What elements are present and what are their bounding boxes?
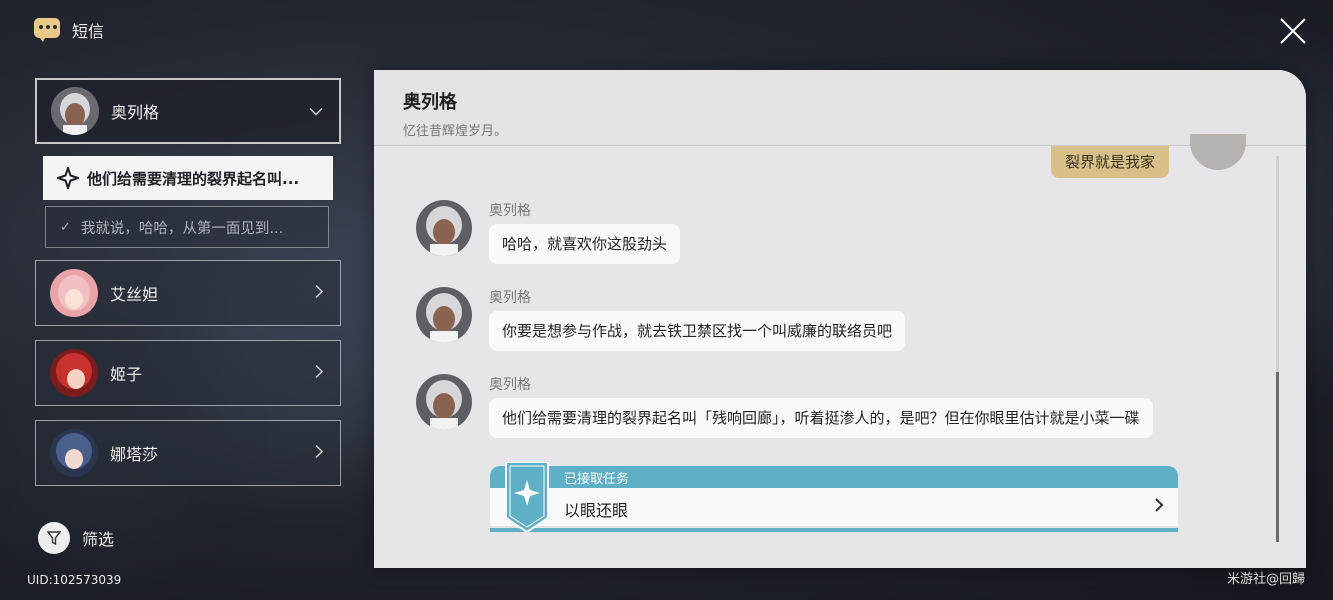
message-icon	[32, 16, 62, 44]
contact-name: 奥列格	[111, 103, 160, 122]
uid-label: UID:102573039	[27, 573, 122, 587]
avatar	[416, 200, 472, 256]
avatar	[51, 87, 99, 135]
contact-card-oleg[interactable]: 奥列格	[35, 78, 341, 144]
my-message-bubble: 裂界就是我家	[1051, 146, 1170, 178]
app-title: 短信	[72, 22, 105, 41]
contact-card-himeko[interactable]: 姬子	[35, 340, 341, 406]
avatar	[50, 269, 98, 317]
message-bubble: 哈哈，就喜欢你这股劲头	[489, 224, 681, 264]
message-sender: 奥列格	[489, 203, 531, 219]
close-icon	[1280, 18, 1306, 44]
sparkle-icon	[57, 167, 79, 189]
close-button[interactable]	[1276, 14, 1310, 48]
scrollbar[interactable]	[1276, 156, 1279, 542]
contact-card-asta[interactable]: 艾丝妲	[35, 260, 341, 326]
message-bubble: 你要是想参与作战，就去铁卫禁区找一个叫威廉的联络员吧	[489, 311, 906, 351]
quest-name: 以眼还眼	[564, 501, 629, 520]
contact-list: 奥列格 他们给需要清理的裂界起名叫... ✓ 我就说，哈哈，从第一面见到... …	[35, 78, 341, 486]
my-avatar	[1190, 134, 1246, 170]
avatar	[50, 349, 98, 397]
avatar	[50, 429, 98, 477]
thread-label: 他们给需要清理的裂界起名叫...	[87, 169, 300, 188]
chat-subtitle: 忆往昔辉煌岁月。	[403, 124, 508, 139]
app-header: 短信	[32, 16, 104, 44]
contact-name: 艾丝妲	[110, 285, 159, 304]
chevron-right-icon	[314, 283, 324, 304]
contact-name: 娜塔莎	[110, 445, 159, 464]
filter-label: 筛选	[82, 530, 115, 549]
chevron-right-icon	[314, 443, 324, 464]
quest-tag: 已接取任务	[564, 472, 630, 487]
chat-title: 奥列格	[403, 92, 457, 113]
contact-name: 姬子	[110, 365, 143, 384]
scrollbar-thumb[interactable]	[1276, 372, 1279, 542]
chevron-right-icon	[1154, 494, 1164, 518]
filter-button[interactable]: 筛选	[38, 522, 114, 554]
chevron-down-icon	[309, 101, 323, 122]
contact-card-natasha[interactable]: 娜塔莎	[35, 420, 341, 486]
chat-panel: 奥列格 忆往昔辉煌岁月。 裂界就是我家 奥列格 哈哈，就喜欢你这股劲头 奥列格	[374, 70, 1306, 568]
check-icon: ✓	[60, 219, 71, 235]
thread-label: 我就说，哈哈，从第一面见到...	[80, 220, 284, 237]
chat-header: 奥列格 忆往昔辉煌岁月。	[374, 70, 1306, 146]
quest-card[interactable]: 已接取任务 以眼还眼	[490, 462, 1178, 532]
message-sender: 奥列格	[489, 377, 531, 393]
watermark: 米游社@回歸	[1227, 572, 1306, 587]
avatar	[416, 374, 472, 430]
thread-item-selected[interactable]: 他们给需要清理的裂界起名叫...	[43, 156, 333, 200]
avatar	[416, 287, 472, 343]
message-bubble: 他们给需要清理的裂界起名叫「残响回廊」，听着挺渗人的，是吧？但在你眼里估计就是小…	[489, 398, 1153, 438]
message-sender: 奥列格	[489, 290, 531, 306]
quest-badge-icon	[505, 462, 549, 532]
filter-icon	[38, 522, 70, 554]
chevron-right-icon	[314, 363, 324, 384]
thread-item-done[interactable]: ✓ 我就说，哈哈，从第一面见到...	[45, 206, 329, 248]
